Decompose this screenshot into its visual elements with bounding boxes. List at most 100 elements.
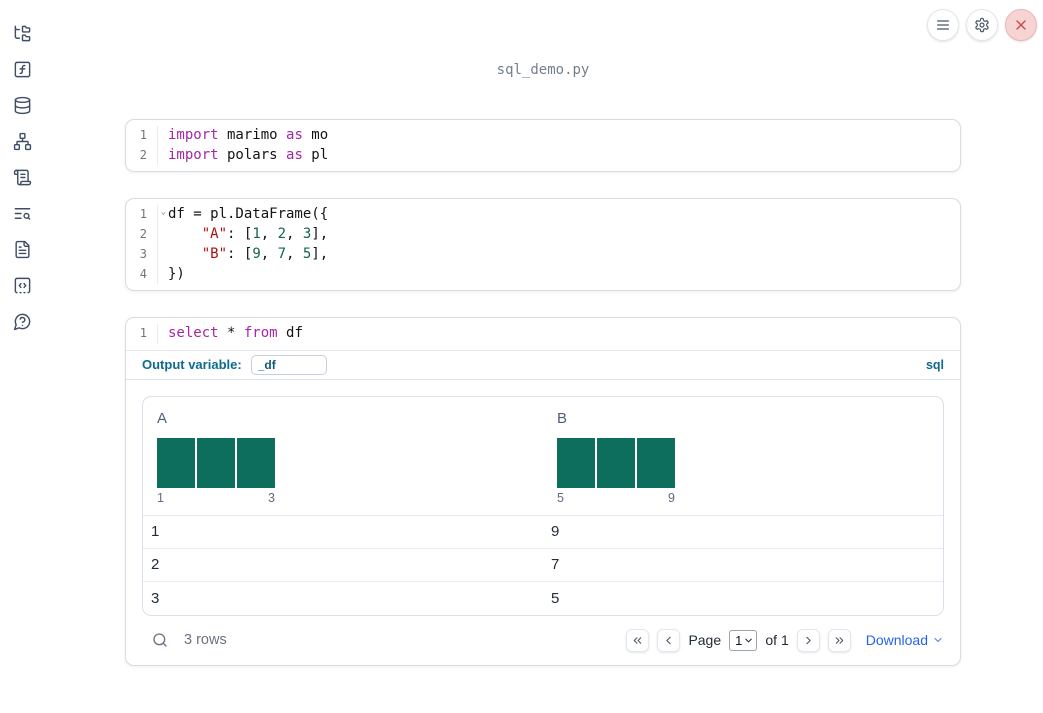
sidebar-item-data-sources[interactable] (4, 87, 40, 123)
sidebar-item-file-explorer[interactable] (4, 15, 40, 51)
table-row[interactable]: 19 (143, 516, 943, 549)
output-variable-label: Output variable: (142, 357, 242, 373)
output-variable-row: Output variable: sql (126, 349, 960, 379)
hamburger-menu-icon (937, 20, 949, 30)
sidebar (0, 0, 44, 713)
last-page-button[interactable] (827, 628, 851, 652)
table-body: 192735 (143, 516, 943, 615)
column-histogram (557, 437, 943, 488)
sidebar-item-dependency-graph[interactable] (4, 123, 40, 159)
prev-page-button[interactable] (657, 628, 681, 652)
sql-cell: 1select * from df Output variable: sql A… (125, 317, 961, 666)
chevron-right-icon (806, 636, 811, 645)
column-summary-row: A13B59 (143, 397, 943, 516)
code-cell-dataframe: 1 ⌄ df = pl.DataFrame({2 "A": [1, 2, 3], 3 … (125, 198, 961, 292)
menu-button[interactable] (927, 9, 959, 41)
column-header[interactable]: A (157, 410, 543, 427)
code-line[interactable]: "A": [1, 2, 3], (158, 225, 328, 245)
code-line-row: 1 select * from df (126, 324, 960, 344)
sidebar-item-snippets[interactable] (4, 267, 40, 303)
file-text-icon (14, 240, 30, 258)
axis-min-label: 1 (157, 490, 164, 505)
histogram-bar (237, 437, 275, 488)
code-line[interactable]: import marimo as mo (158, 126, 328, 146)
code-editor[interactable]: 1 import marimo as mo 2 import polars as pl (126, 120, 960, 171)
download-button[interactable]: Download (866, 632, 944, 648)
download-label: Download (865, 632, 928, 649)
histogram-axis-labels: 59 (557, 491, 675, 505)
code-line-row: 2 import polars as pl (126, 145, 960, 166)
database-icon (14, 96, 30, 114)
code-line[interactable]: "B": [9, 7, 5], (158, 245, 328, 265)
sidebar-item-scratchpad[interactable] (4, 231, 40, 267)
code-line[interactable]: select * from df (158, 324, 303, 344)
pagination: Page 1 of 1 Download (626, 628, 944, 652)
table-cell: 3 (151, 589, 160, 607)
line-number: 3 (126, 244, 158, 265)
code-line[interactable]: }) (158, 265, 185, 285)
line-number: 1 ⌄ (126, 205, 166, 226)
first-page-button[interactable] (626, 628, 650, 652)
text-search-icon (14, 207, 30, 220)
settings-button[interactable] (966, 9, 998, 41)
histogram-bar (197, 437, 235, 488)
page-select-value: 1 (735, 632, 743, 648)
page-select[interactable]: 1 (729, 629, 758, 651)
row-count: 3 rows (184, 632, 227, 649)
code-line-row: 4}) (126, 264, 960, 285)
page-label: Page (688, 632, 722, 649)
table-row[interactable]: 35 (143, 582, 943, 615)
table-cell: 1 (151, 523, 160, 541)
histogram-bar (557, 437, 595, 488)
code-cell-imports: 1 import marimo as mo 2 import polars as pl (125, 119, 961, 173)
search-icon[interactable] (152, 632, 168, 648)
sidebar-item-variables[interactable] (4, 51, 40, 87)
shutdown-button[interactable] (1005, 9, 1037, 41)
page-of-label: of 1 (765, 632, 789, 649)
line-number: 1 (126, 126, 158, 146)
line-number: 4 (126, 264, 158, 285)
code-line-row: 1 import marimo as mo (126, 126, 960, 146)
chevron-down-icon (934, 638, 942, 643)
chevrons-right-icon (835, 637, 844, 644)
chevron-left-icon (666, 636, 672, 645)
dataframe-table: A13B59 192735 (142, 395, 944, 616)
network-icon (13, 132, 31, 150)
line-number: 2 (126, 145, 158, 166)
code-line[interactable]: df = pl.DataFrame({ (158, 205, 328, 225)
function-square-icon (14, 61, 30, 77)
table-footer: 3 rows Page 1 of 1 Download (142, 628, 944, 652)
line-number: 2 (126, 225, 158, 245)
sidebar-item-help[interactable] (4, 303, 40, 339)
output-variable-input[interactable] (250, 354, 327, 375)
code-line[interactable]: import polars as pl (158, 146, 328, 166)
column-summary: A13 (143, 397, 543, 515)
table-cell: 7 (551, 556, 560, 574)
window-actions (927, 9, 1037, 41)
folder-tree-icon (14, 25, 30, 41)
notebook-filename: sql_demo.py (496, 62, 590, 78)
chevrons-left-icon (634, 637, 642, 644)
cell-output: A13B59 192735 3 rows Page 1 of 1 Downloa… (126, 378, 960, 665)
code-editor[interactable]: 1 ⌄ df = pl.DataFrame({2 "A": [1, 2, 3], 3 … (126, 199, 960, 290)
table-cell: 2 (151, 556, 160, 574)
column-header[interactable]: B (557, 410, 943, 427)
sql-editor[interactable]: 1 select * from df (126, 318, 960, 350)
sidebar-item-documentation[interactable] (4, 195, 40, 231)
histogram-axis-labels: 13 (157, 491, 275, 505)
fold-chevron-icon[interactable]: ⌄ (161, 208, 166, 217)
column-histogram (157, 437, 543, 488)
sidebar-item-logs[interactable] (4, 159, 40, 195)
table-cell: 9 (551, 523, 560, 541)
code-square-icon (14, 277, 30, 293)
axis-min-label: 5 (557, 490, 564, 505)
line-number: 1 (126, 324, 158, 344)
help-chat-icon (13, 313, 30, 330)
code-line-row: 3 "B": [9, 7, 5], (126, 244, 960, 265)
axis-max-label: 3 (268, 490, 275, 505)
next-page-button[interactable] (796, 628, 820, 652)
code-line-row: 1 ⌄ df = pl.DataFrame({ (126, 205, 960, 226)
table-row[interactable]: 27 (143, 549, 943, 582)
gear-icon (975, 17, 989, 33)
scroll-icon (13, 169, 31, 185)
